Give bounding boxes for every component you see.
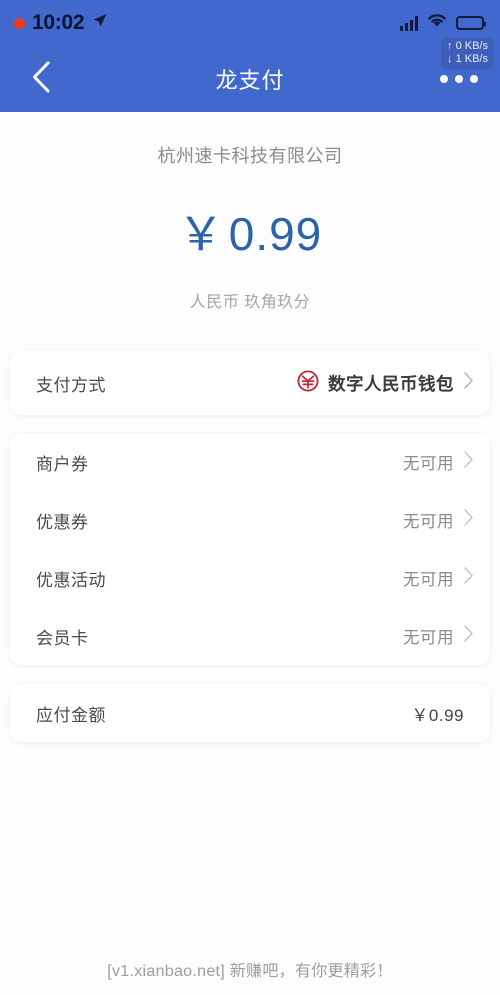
navigation-bar: 龙支付 [0, 46, 500, 112]
coupon-row-discount-voucher[interactable]: 优惠券 无可用 [10, 491, 490, 549]
coupon-row-membership-card[interactable]: 会员卡 无可用 [10, 607, 490, 665]
coupon-label: 商户券 [36, 454, 89, 474]
status-bar-time: 10:02 [32, 11, 85, 34]
payment-method-card: 支付方式 数字人民币钱包 [10, 351, 490, 415]
coupon-right: 无可用 [403, 566, 474, 590]
merchant-name: 杭州速卡科技有限公司 [157, 146, 343, 166]
more-dot-3 [470, 75, 478, 83]
chevron-right-icon [463, 566, 474, 590]
coupons-card: 商户券 无可用 优惠券 无可用 优惠活动 无可用 会员卡 无可用 [10, 433, 490, 665]
chevron-right-icon [463, 371, 474, 395]
payment-amount: ￥0.99 [0, 198, 500, 264]
page-title: 龙支付 [215, 68, 285, 93]
coupon-right: 无可用 [403, 508, 474, 532]
total-amount-label: 应付金额 [36, 705, 106, 725]
amount-in-words: 人民币 玖角玖分 [189, 294, 311, 311]
total-amount-row: 应付金额 ￥0.99 [10, 684, 490, 742]
record-dot-icon [14, 17, 25, 29]
chevron-right-icon [463, 450, 474, 474]
currency-symbol: ￥ [177, 208, 225, 260]
more-options-button[interactable] [440, 75, 478, 83]
more-dot-1 [440, 75, 448, 83]
total-amount-value: ￥0.99 [411, 705, 464, 725]
cellular-signal-icon [400, 15, 418, 31]
payment-body: 杭州速卡科技有限公司 ￥0.99 人民币 玖角玖分 支付方式 数字人民币钱包 商… [0, 112, 500, 995]
status-bar: 10:02 [0, 0, 500, 46]
payment-screen: 10:02 ↑ 0 KB/s ↓ 1 KB/s 龙支付 杭州速卡科技有限公司 ￥… [0, 0, 500, 995]
wifi-icon [427, 13, 447, 33]
chevron-right-icon [463, 508, 474, 532]
status-bar-left: 10:02 [14, 11, 108, 35]
coupon-value: 无可用 [403, 513, 454, 531]
payment-method-right: 数字人民币钱包 [297, 369, 474, 397]
amount-value: 0.99 [228, 208, 323, 260]
coupon-value: 无可用 [403, 455, 454, 473]
payment-method-value: 数字人民币钱包 [328, 373, 454, 394]
coupon-row-merchant-voucher[interactable]: 商户券 无可用 [10, 433, 490, 491]
status-bar-right [400, 13, 486, 33]
payment-method-row[interactable]: 支付方式 数字人民币钱包 [10, 351, 490, 415]
battery-icon [456, 16, 486, 30]
back-button[interactable] [20, 57, 64, 101]
location-arrow-icon [91, 12, 108, 34]
coupon-right: 无可用 [403, 450, 474, 474]
coupon-value: 无可用 [403, 629, 454, 647]
app-header: 10:02 ↑ 0 KB/s ↓ 1 KB/s 龙支付 [0, 0, 500, 112]
back-chevron-icon [29, 60, 55, 99]
coupon-label: 优惠券 [36, 512, 89, 532]
coupon-row-promotion[interactable]: 优惠活动 无可用 [10, 549, 490, 607]
ecny-logo-icon [297, 369, 319, 397]
payment-method-label: 支付方式 [36, 375, 106, 395]
total-amount-card: 应付金额 ￥0.99 [10, 684, 490, 742]
footer-watermark: [v1.xianbao.net] 新赚吧，有你更精彩！ [107, 963, 393, 980]
coupon-label: 会员卡 [36, 628, 89, 648]
coupon-label: 优惠活动 [36, 570, 106, 590]
coupon-value: 无可用 [403, 571, 454, 589]
chevron-right-icon [463, 624, 474, 648]
coupon-right: 无可用 [403, 624, 474, 648]
more-dot-2 [455, 75, 463, 83]
